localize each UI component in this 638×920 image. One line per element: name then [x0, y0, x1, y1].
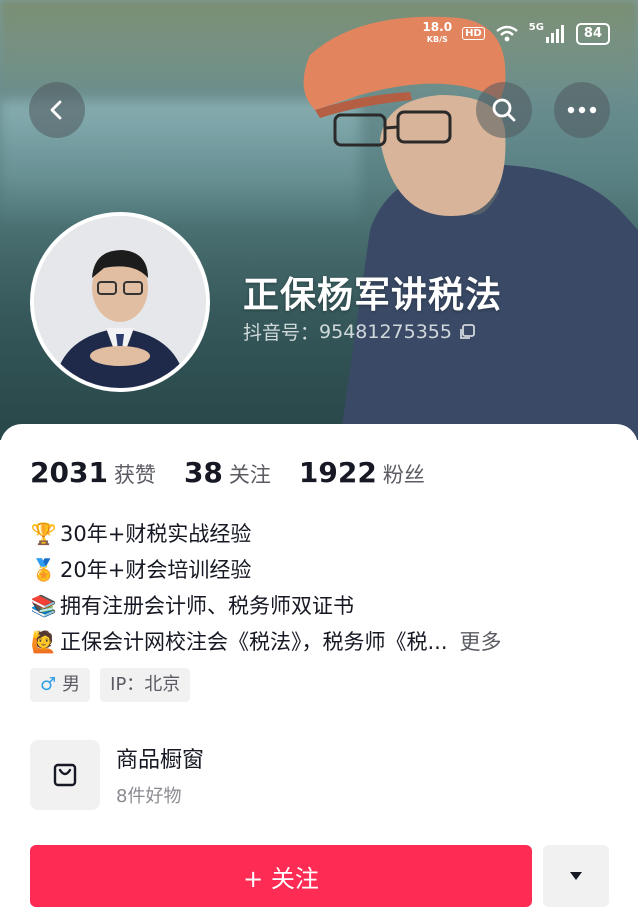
battery-indicator: 84	[575, 22, 610, 45]
gender-tag: ♂ 男	[30, 668, 91, 702]
bio-text: 30年+财税实战经验	[60, 522, 252, 546]
following-label: 关注	[228, 463, 271, 487]
medal-icon: 🏅	[30, 558, 58, 582]
bio: 🏆 30年+财税实战经验 🏅 20年+财会培训经验 📚 拥有注册会计师、税务师双…	[30, 516, 610, 660]
profile-name: 正保杨军讲税法	[243, 275, 503, 316]
bio-text: 拥有注册会计师、税务师双证书	[60, 594, 354, 618]
shop-icon-box	[30, 740, 100, 810]
recommend-dropdown-button[interactable]	[543, 845, 609, 907]
fans-count: 1922	[298, 456, 377, 489]
follow-button[interactable]: + 关注	[30, 845, 532, 907]
gender-label: 男	[62, 674, 81, 695]
fans-stat[interactable]: 1922 粉丝	[299, 456, 425, 489]
ip-label: IP：北京	[110, 674, 181, 695]
douyin-id: 抖音号： 95481275355	[243, 318, 476, 345]
speed-unit: KB/S	[426, 35, 448, 44]
douyin-id-label: 抖音号：	[243, 322, 320, 344]
fans-label: 粉丝	[382, 463, 425, 487]
signal-icon	[545, 24, 564, 43]
stats-row: 2031 获赞 38 关注 1922 粉丝	[30, 456, 453, 489]
bio-line: 🏅 20年+财会培训经验	[30, 552, 610, 588]
books-icon: 📚	[30, 594, 58, 618]
back-icon	[50, 100, 62, 120]
bio-line: 🙋 正保会计网校注会《税法》，税务师《税... 更多	[30, 624, 610, 660]
bio-text: 20年+财会培训经验	[60, 558, 252, 582]
shop-subtitle: 8件好物	[116, 786, 182, 807]
bio-more-link[interactable]: 更多	[460, 624, 502, 660]
trophy-icon: 🏆	[30, 522, 58, 546]
search-button[interactable]	[476, 82, 532, 138]
likes-stat[interactable]: 2031 获赞	[30, 456, 156, 489]
bio-line: 📚 拥有注册会计师、税务师双证书	[30, 588, 610, 624]
avatar[interactable]	[30, 212, 210, 392]
back-button[interactable]	[29, 82, 85, 138]
bio-line: 🏆 30年+财税实战经验	[30, 516, 610, 552]
raising-hand-icon: 🙋	[30, 630, 58, 654]
network-type: 5G	[528, 22, 544, 33]
search-icon	[492, 98, 516, 122]
following-stat[interactable]: 38 关注	[184, 456, 271, 489]
more-icon	[567, 106, 597, 114]
ip-tag: IP：北京	[100, 668, 191, 702]
likes-count: 2031	[30, 456, 108, 489]
status-bar: 18.0 KB/S HD 5G 84	[422, 20, 610, 45]
bio-text: 正保会计网校注会《税法》，税务师《税...	[60, 630, 448, 654]
caret-down-icon	[570, 872, 582, 880]
likes-label: 获赞	[113, 463, 156, 487]
shop-title: 商品橱窗	[116, 748, 205, 773]
hd-badge: HD	[462, 27, 485, 40]
more-button[interactable]	[554, 82, 610, 138]
cover-person-image	[303, 16, 638, 440]
speed-value: 18.0	[422, 20, 453, 34]
male-icon: ♂	[40, 674, 57, 695]
copy-icon[interactable]	[458, 323, 476, 341]
douyin-id-value: 95481275355	[319, 320, 452, 343]
wifi-icon	[495, 25, 518, 41]
avatar-image	[34, 216, 206, 388]
profile-tags: ♂ 男 IP：北京	[30, 668, 191, 702]
shop-window-entry[interactable]: 商品橱窗 8件好物	[30, 740, 204, 810]
data-speed: 18.0 KB/S	[422, 20, 453, 45]
shopping-bag-icon	[53, 763, 77, 787]
following-count: 38	[183, 456, 223, 489]
follow-label: + 关注	[243, 864, 319, 893]
